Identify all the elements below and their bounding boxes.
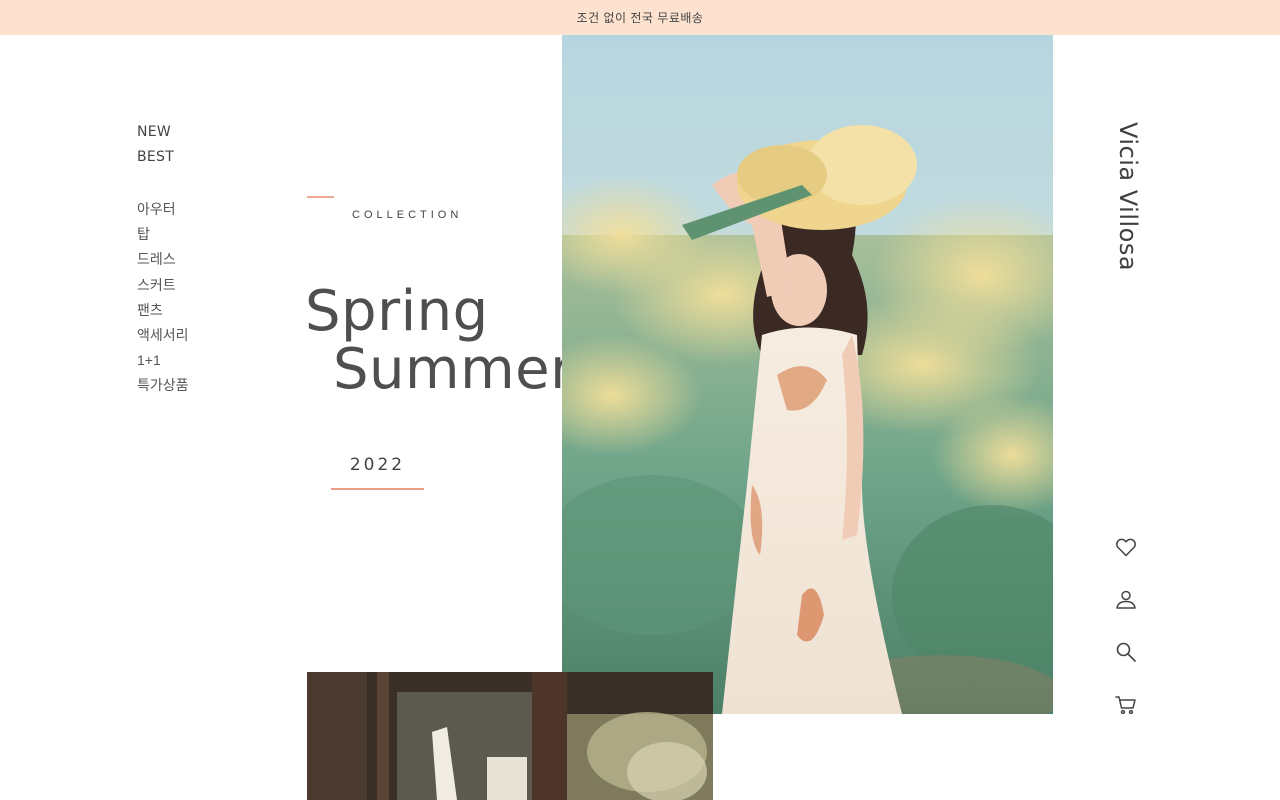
cart-icon	[1115, 696, 1136, 715]
nav-category-dress[interactable]: 드레스	[137, 249, 189, 274]
nav-category-skirt[interactable]: 스커트	[137, 275, 189, 300]
nav-category-special-deal[interactable]: 특가상품	[137, 375, 189, 400]
collection-year: 2022	[349, 455, 406, 475]
secondary-image[interactable]	[307, 672, 713, 800]
heart-icon	[1116, 538, 1136, 557]
hero-photo	[562, 35, 1053, 714]
announcement-bar: 조건 없이 전국 무료배송	[0, 0, 1280, 35]
nav-link-new[interactable]: NEW	[137, 122, 189, 147]
nav-category-one-plus-one[interactable]: 1+1	[137, 350, 189, 375]
hero-title: Spring Summer	[305, 283, 574, 399]
collection-dash	[307, 196, 334, 198]
search-button[interactable]	[1113, 639, 1139, 665]
nav-category-accessory[interactable]: 액세서리	[137, 325, 189, 350]
hero-image[interactable]	[562, 35, 1053, 714]
search-icon	[1116, 642, 1136, 662]
nav-category-outer[interactable]: 아우터	[137, 199, 189, 224]
category-links: 아우터 탑 드레스 스커트 팬츠 액세서리 1+1 특가상품	[137, 199, 189, 401]
year-underline	[331, 488, 424, 490]
nav-category-top[interactable]: 탑	[137, 224, 189, 249]
cart-button[interactable]	[1113, 692, 1139, 718]
hero-title-line1: Spring	[305, 279, 489, 344]
secondary-photo	[307, 672, 713, 800]
nav-category-pants[interactable]: 팬츠	[137, 300, 189, 325]
announcement-text: 조건 없이 전국 무료배송	[576, 11, 704, 25]
user-icon	[1116, 590, 1136, 609]
collection-text: COLLECTION	[352, 209, 463, 221]
account-button[interactable]	[1113, 586, 1139, 612]
nav-link-best[interactable]: BEST	[137, 147, 189, 172]
side-navigation: NEW BEST 아우터 탑 드레스 스커트 팬츠 액세서리 1+1 특가상품	[137, 122, 189, 401]
brand-logo[interactable]: Vicia Villosa	[1108, 122, 1142, 272]
main-links: NEW BEST	[137, 122, 189, 172]
hero-title-line2: Summer	[333, 337, 574, 402]
wishlist-button[interactable]	[1113, 534, 1139, 560]
brand-name: Vicia Villosa	[1114, 122, 1142, 272]
